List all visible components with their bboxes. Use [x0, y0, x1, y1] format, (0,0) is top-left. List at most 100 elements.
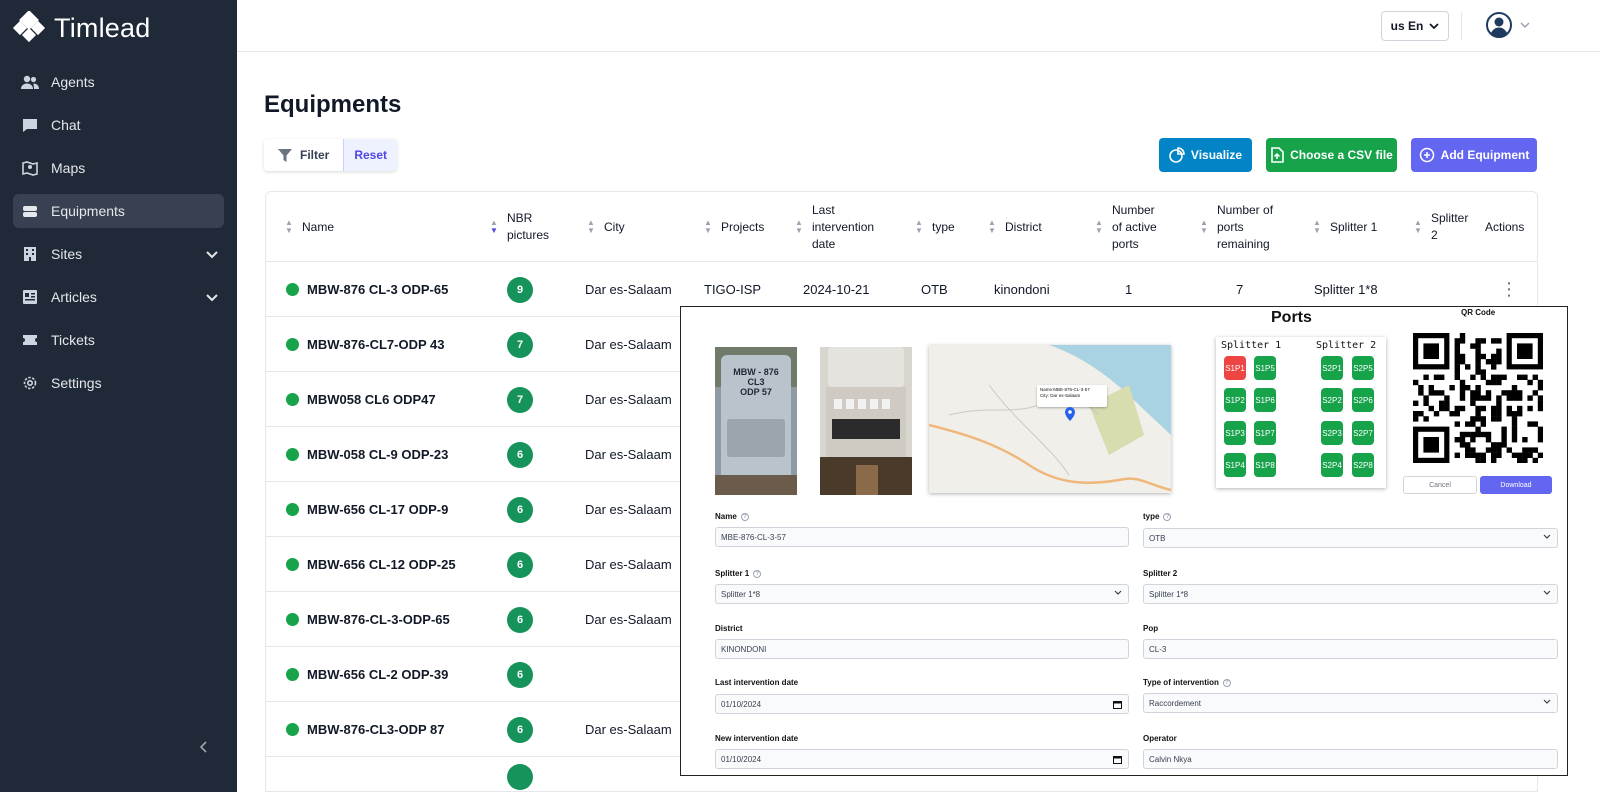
column-header-splitter-1[interactable]: ▲ ▼ Splitter 1	[1312, 192, 1377, 262]
column-header-splitter-2[interactable]: ▲ ▼ Splitter 2	[1413, 192, 1468, 262]
equipment-name[interactable]: MBW-058 CL-9 ODP-23	[286, 427, 448, 482]
add-equipment-button[interactable]: Add Equipment	[1411, 138, 1537, 172]
sort-icon[interactable]: ▲ ▼	[284, 219, 294, 235]
filter-button[interactable]: Filter	[264, 139, 344, 171]
status-dot	[286, 558, 299, 571]
column-header-type[interactable]: ▲ ▼ type	[914, 192, 955, 262]
sort-icon[interactable]: ▲ ▼	[489, 219, 499, 235]
sort-icon[interactable]: ▲ ▼	[703, 219, 713, 235]
port-s2p5[interactable]: S2P5	[1352, 356, 1374, 380]
name-input[interactable]: MBE-876-CL-3-57	[715, 527, 1129, 547]
equipment-name[interactable]: MBW-656 CL-2 ODP-39	[286, 647, 448, 702]
sidebar-item-chat[interactable]: Chat	[13, 108, 224, 142]
equipment-name[interactable]: MBW-656 CL-12 ODP-25	[286, 537, 456, 592]
chevron-down-icon[interactable]	[206, 246, 218, 262]
column-header-ports-remaining[interactable]: ▲ ▼ Number of ports remaining	[1199, 192, 1273, 262]
qr-download-button[interactable]: Download	[1480, 476, 1552, 494]
pop-input[interactable]: CL-3	[1143, 639, 1558, 659]
sidebar-item-settings[interactable]: Settings	[13, 366, 224, 400]
port-s2p1[interactable]: S2P1	[1321, 356, 1343, 380]
port-s1p8[interactable]: S1P8	[1254, 453, 1276, 477]
sidebar-item-articles[interactable]: Articles	[13, 280, 224, 314]
filter-bar: Filter Reset	[264, 139, 398, 171]
equipment-photo[interactable]: MBW - 876 CL3 ODP 57	[715, 347, 797, 495]
type-select[interactable]: OTB	[1143, 528, 1558, 548]
user-menu[interactable]	[1486, 12, 1530, 38]
equipment-name[interactable]: MBW058 CL6 ODP47	[286, 372, 436, 427]
calendar-icon[interactable]	[1113, 755, 1122, 764]
port-s1p2[interactable]: S1P2	[1224, 388, 1246, 412]
sort-icon[interactable]: ▲ ▼	[586, 219, 596, 235]
equipment-name[interactable]: MBW-656 CL-17 ODP-9	[286, 482, 448, 537]
ports-title: Ports	[1271, 309, 1312, 326]
port-s2p6[interactable]: S2P6	[1352, 388, 1374, 412]
help-icon[interactable]: ?	[1163, 512, 1172, 521]
port-s2p2[interactable]: S2P2	[1321, 388, 1343, 412]
port-s1p1[interactable]: S1P1	[1224, 356, 1246, 380]
new-date-input[interactable]: 01/10/2024	[715, 749, 1129, 769]
port-s2p8[interactable]: S2P8	[1352, 453, 1374, 477]
sidebar-item-agents[interactable]: Agents	[13, 65, 224, 99]
sort-icon[interactable]: ▲ ▼	[987, 219, 997, 235]
calendar-icon[interactable]	[1113, 700, 1122, 709]
sidebar-item-equipments[interactable]: Equipments	[13, 194, 224, 228]
port-s2p7[interactable]: S2P7	[1352, 421, 1374, 445]
equipment-name[interactable]: MBW-876 CL-3 ODP-65	[286, 262, 448, 317]
splitter1-field-label: Splitter 1?	[715, 569, 762, 578]
sort-icon[interactable]: ▲ ▼	[1199, 219, 1209, 235]
qr-code	[1413, 333, 1544, 464]
column-header-name[interactable]: ▲ ▼ Name	[284, 192, 334, 262]
equipment-photo[interactable]	[820, 347, 912, 495]
brand[interactable]: Timlead	[12, 10, 150, 46]
sort-icon[interactable]: ▲ ▼	[794, 219, 804, 235]
sidebar-item-tickets[interactable]: Tickets	[13, 323, 224, 357]
port-s1p6[interactable]: S1P6	[1254, 388, 1276, 412]
column-header-last-intervention-date[interactable]: ▲ ▼ Last intervention date	[794, 192, 874, 262]
sidebar-item-sites[interactable]: Sites	[13, 237, 224, 271]
qr-cancel-button[interactable]: Cancel	[1403, 476, 1477, 494]
district-input[interactable]: KINONDONI	[715, 639, 1129, 659]
splitter1-select[interactable]: Splitter 1*8	[715, 584, 1129, 604]
map-pin-icon[interactable]	[1065, 407, 1075, 426]
column-header-projects[interactable]: ▲ ▼ Projects	[703, 192, 764, 262]
chevron-down-icon	[1543, 534, 1551, 539]
help-icon[interactable]: ?	[753, 569, 762, 578]
sort-icon[interactable]: ▲ ▼	[1312, 219, 1322, 235]
port-s2p3[interactable]: S2P3	[1321, 421, 1343, 445]
operator-input[interactable]: Calvin Nkya	[1143, 749, 1558, 769]
location-map[interactable]: Name:MBE-876-CL-3-57 City: Dar es-Salaam	[929, 345, 1171, 493]
last-date-input[interactable]: 01/10/2024	[715, 694, 1129, 714]
avatar-icon	[1486, 12, 1512, 38]
sort-icon[interactable]: ▲ ▼	[1094, 219, 1104, 235]
table-header: ▲ ▼ Name ▲ ▼ NBR pictures ▲ ▼ City ▲ ▼ Projec…	[266, 192, 1537, 262]
equipment-name[interactable]: MBW-876-CL7-ODP 43	[286, 317, 444, 372]
intervention-type-select[interactable]: Raccordement	[1143, 693, 1558, 713]
collapse-sidebar-icon[interactable]	[199, 740, 208, 758]
equipment-name[interactable]: MBW-876-CL-3-ODP-65	[286, 592, 450, 647]
port-s2p4[interactable]: S2P4	[1321, 453, 1343, 477]
sort-icon[interactable]: ▲ ▼	[1413, 219, 1423, 235]
sort-icon[interactable]: ▲ ▼	[914, 219, 924, 235]
sidebar-item-label: Equipments	[51, 203, 125, 219]
port-s1p4[interactable]: S1P4	[1224, 453, 1246, 477]
language-select[interactable]: us En	[1381, 11, 1449, 41]
column-header-city[interactable]: ▲ ▼ City	[586, 192, 625, 262]
sidebar-item-maps[interactable]: Maps	[13, 151, 224, 185]
help-icon[interactable]: ?	[740, 512, 749, 521]
column-header-district[interactable]: ▲ ▼ District	[987, 192, 1042, 262]
port-s1p7[interactable]: S1P7	[1254, 421, 1276, 445]
equipment-name[interactable]: MBW-876-CL3-ODP 87	[286, 702, 444, 757]
column-header-pictures[interactable]: ▲ ▼ NBR pictures	[489, 192, 549, 262]
pictures-count: 6	[507, 482, 533, 537]
chevron-down-icon[interactable]	[206, 289, 218, 305]
port-s1p5[interactable]: S1P5	[1254, 356, 1276, 380]
add-equipment-label: Add Equipment	[1440, 148, 1530, 162]
port-s1p3[interactable]: S1P3	[1224, 421, 1246, 445]
column-header-active-ports[interactable]: ▲ ▼ Number of active ports	[1094, 192, 1157, 262]
help-icon[interactable]: ?	[1222, 678, 1231, 687]
pie-chart-icon	[1169, 147, 1185, 163]
visualize-button[interactable]: Visualize	[1159, 138, 1252, 172]
reset-button[interactable]: Reset	[343, 139, 398, 171]
choose-csv-button[interactable]: Choose a CSV file	[1266, 138, 1397, 172]
splitter2-select[interactable]: Splitter 1*8	[1143, 584, 1558, 604]
